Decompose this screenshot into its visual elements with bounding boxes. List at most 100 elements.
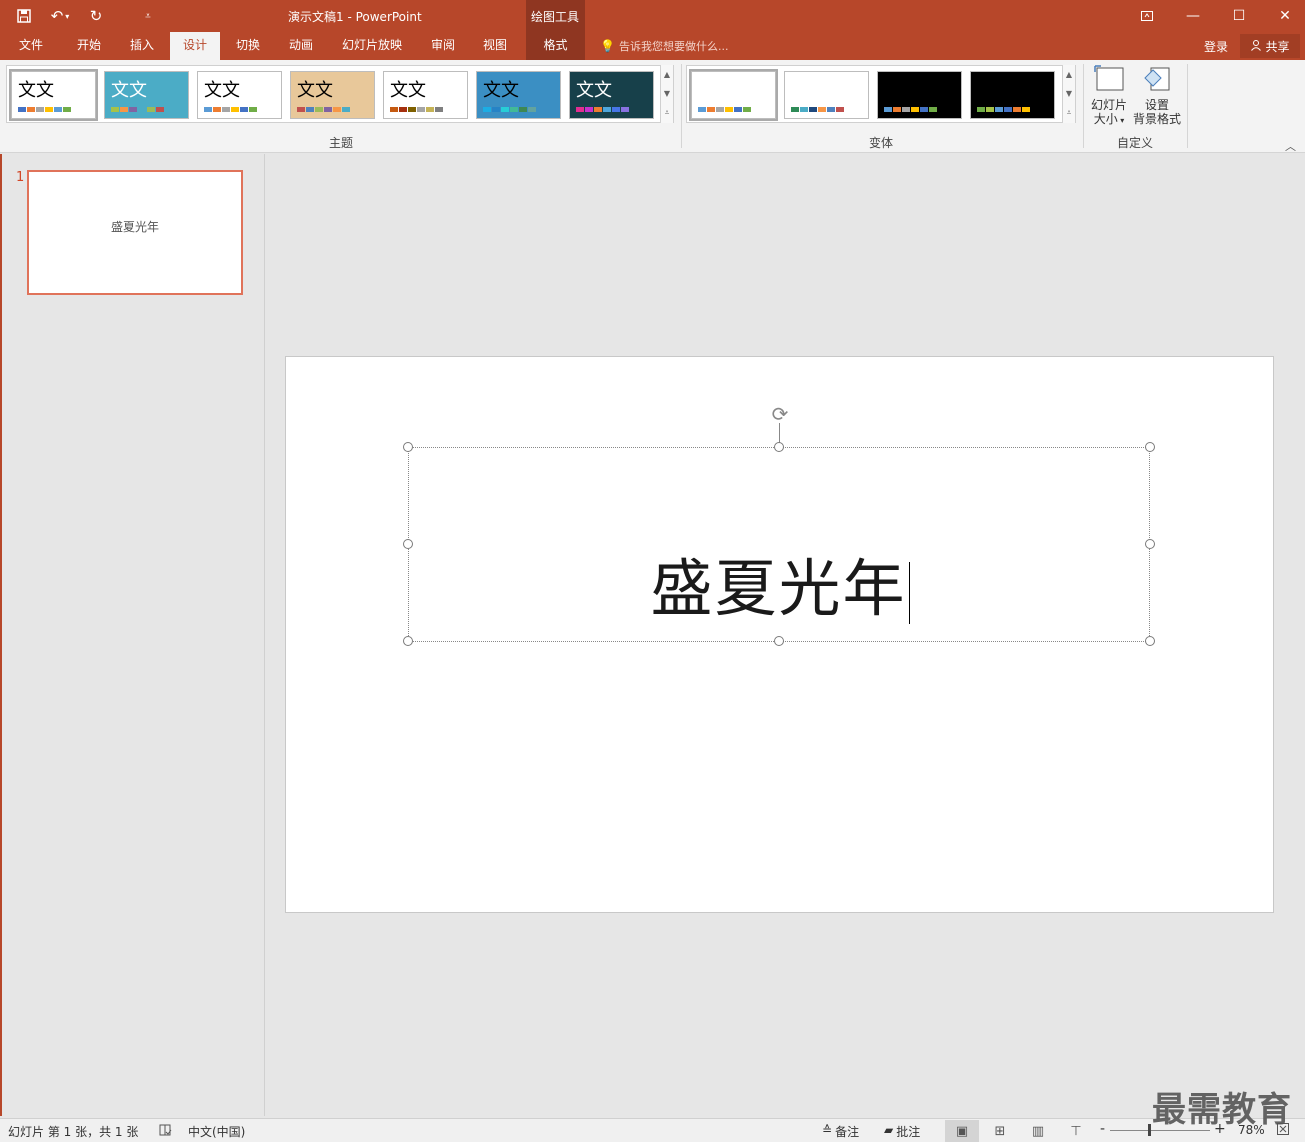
color-swatch bbox=[435, 107, 443, 112]
resize-handle-right[interactable] bbox=[1145, 539, 1155, 549]
tab-home[interactable]: 开始 bbox=[64, 32, 114, 60]
more-icon[interactable]: ⩡ bbox=[1067, 108, 1072, 118]
color-swatch bbox=[818, 107, 826, 112]
color-swatch bbox=[156, 107, 164, 112]
theme-option[interactable]: 文文 bbox=[104, 71, 189, 119]
notes-button[interactable]: ≙ 备注 bbox=[822, 1123, 859, 1140]
more-icon[interactable]: ⩡ bbox=[665, 108, 670, 118]
undo-icon[interactable]: ↶ ▾ bbox=[42, 4, 78, 28]
reading-view-icon[interactable]: ▥ bbox=[1021, 1120, 1055, 1142]
resize-handle-top-left[interactable] bbox=[403, 442, 413, 452]
slideshow-view-icon[interactable]: ⊤ bbox=[1059, 1120, 1093, 1142]
resize-handle-top-right[interactable] bbox=[1145, 442, 1155, 452]
watermark: 最需教育 bbox=[1152, 1090, 1292, 1130]
color-swatch bbox=[791, 107, 799, 112]
color-swatch bbox=[716, 107, 724, 112]
customize-qat-icon[interactable]: ⩡ bbox=[134, 4, 162, 28]
color-swatch bbox=[240, 107, 248, 112]
slide-size-button[interactable]: 幻灯片 大小 ▾ bbox=[1088, 64, 1130, 128]
color-swatch bbox=[147, 107, 155, 112]
zoom-out-icon[interactable]: - bbox=[1100, 1121, 1105, 1137]
theme-option[interactable]: 文文 bbox=[197, 71, 282, 119]
tab-slideshow[interactable]: 幻灯片放映 bbox=[332, 32, 412, 60]
format-background-label-2: 背景格式 bbox=[1132, 112, 1181, 126]
theme-option[interactable]: 文文 bbox=[290, 71, 375, 119]
title-textbox[interactable]: 盛夏光年 bbox=[408, 447, 1150, 642]
tab-animations[interactable]: 动画 bbox=[276, 32, 326, 60]
theme-option[interactable]: 文文 bbox=[383, 71, 468, 119]
color-swatch bbox=[920, 107, 928, 112]
tab-review[interactable]: 审阅 bbox=[418, 32, 468, 60]
comment-icon: ▰ bbox=[884, 1123, 894, 1137]
slide-thumbnail[interactable]: 盛夏光年 bbox=[27, 170, 243, 295]
spell-check-icon[interactable] bbox=[158, 1123, 172, 1140]
comments-button[interactable]: ▰ 批注 bbox=[884, 1123, 920, 1140]
maximize-icon[interactable]: ☐ bbox=[1216, 0, 1262, 32]
login-link[interactable]: 登录 bbox=[1204, 38, 1228, 55]
color-swatch bbox=[995, 107, 1003, 112]
normal-view-icon[interactable]: ▣ bbox=[945, 1120, 979, 1142]
notes-icon: ≙ bbox=[822, 1123, 833, 1137]
tab-format[interactable]: 格式 bbox=[526, 32, 585, 60]
color-swatch bbox=[827, 107, 835, 112]
theme-option[interactable]: 文文 bbox=[476, 71, 561, 119]
scroll-up-icon[interactable]: ▲ bbox=[664, 70, 670, 79]
resize-handle-left[interactable] bbox=[403, 539, 413, 549]
tab-file[interactable]: 文件 bbox=[8, 32, 54, 60]
variant-option[interactable] bbox=[784, 71, 869, 119]
scroll-down-icon[interactable]: ▼ bbox=[664, 89, 670, 98]
resize-handle-bottom[interactable] bbox=[774, 636, 784, 646]
variant-option[interactable] bbox=[877, 71, 962, 119]
scroll-up-icon[interactable]: ▲ bbox=[1066, 70, 1072, 79]
tell-me-search[interactable]: 💡 告诉我您想要做什么... bbox=[600, 38, 728, 54]
theme-sample-text: 文文 bbox=[390, 80, 426, 101]
collapse-ribbon-icon[interactable]: ︿ bbox=[1285, 138, 1296, 154]
slide-canvas[interactable]: ⟳ 盛夏光年 bbox=[285, 356, 1274, 913]
tab-view[interactable]: 视图 bbox=[470, 32, 520, 60]
tab-insert[interactable]: 插入 bbox=[118, 32, 166, 60]
group-divider bbox=[1083, 64, 1084, 148]
theme-sample-text: 文文 bbox=[111, 80, 147, 101]
share-label: 共享 bbox=[1265, 39, 1290, 54]
variant-option[interactable] bbox=[970, 71, 1055, 119]
ribbon-display-options-icon[interactable] bbox=[1124, 0, 1170, 32]
save-icon[interactable] bbox=[10, 4, 38, 28]
color-swatch bbox=[54, 107, 62, 112]
slide-title[interactable]: 盛夏光年 bbox=[409, 554, 1151, 624]
resize-handle-top[interactable] bbox=[774, 442, 784, 452]
variants-gallery-scroll[interactable]: ▲ ▼ ⩡ bbox=[1062, 65, 1075, 123]
minimize-icon[interactable]: — bbox=[1170, 0, 1216, 32]
theme-color-swatches bbox=[111, 107, 164, 112]
color-swatch bbox=[120, 107, 128, 112]
share-button[interactable]: 共享 bbox=[1240, 34, 1300, 58]
color-swatch bbox=[27, 107, 35, 112]
scroll-down-icon[interactable]: ▼ bbox=[1066, 89, 1072, 98]
color-swatch bbox=[483, 107, 491, 112]
tab-design[interactable]: 设计 bbox=[170, 32, 220, 60]
rotate-handle-icon[interactable]: ⟳ bbox=[767, 401, 793, 427]
slide-sorter-icon[interactable]: ⊞ bbox=[983, 1120, 1017, 1142]
color-swatch bbox=[501, 107, 509, 112]
theme-option[interactable]: 文文 bbox=[569, 71, 654, 119]
resize-handle-bottom-left[interactable] bbox=[403, 636, 413, 646]
resize-handle-bottom-right[interactable] bbox=[1145, 636, 1155, 646]
color-swatch bbox=[399, 107, 407, 112]
themes-gallery: 文文 文文 文文 文文 文文 文文 文文 bbox=[6, 65, 674, 123]
close-icon[interactable]: ✕ bbox=[1262, 0, 1305, 32]
zoom-slider-thumb[interactable] bbox=[1148, 1124, 1151, 1136]
color-swatch bbox=[426, 107, 434, 112]
theme-sample-text: 文文 bbox=[483, 80, 519, 101]
color-swatch bbox=[594, 107, 602, 112]
drawing-tools-label: 绘图工具 bbox=[531, 10, 580, 24]
theme-option[interactable]: 文文 bbox=[9, 69, 98, 121]
redo-icon[interactable]: ↻ bbox=[82, 4, 110, 28]
color-swatch bbox=[576, 107, 584, 112]
variant-option[interactable] bbox=[689, 69, 778, 121]
color-swatch bbox=[138, 107, 146, 112]
language-indicator[interactable]: 中文(中国) bbox=[188, 1123, 245, 1140]
format-background-button[interactable]: 设置 背景格式 bbox=[1132, 64, 1182, 126]
color-swatch bbox=[510, 107, 518, 112]
tab-transitions[interactable]: 切换 bbox=[224, 32, 272, 60]
themes-gallery-scroll[interactable]: ▲ ▼ ⩡ bbox=[660, 65, 673, 123]
ribbon-design: 文文 文文 文文 文文 文文 文文 文文 ▲ ▼ ⩡ 主题 ▲ ▼ ⩡ 变体 幻灯片 大小 … bbox=[0, 60, 1305, 153]
